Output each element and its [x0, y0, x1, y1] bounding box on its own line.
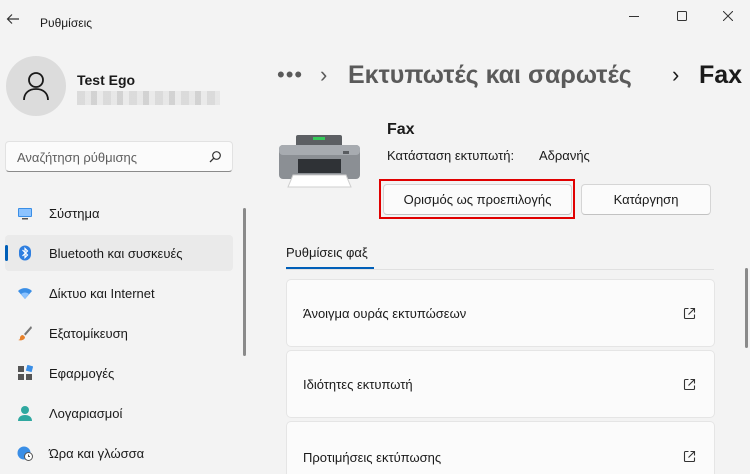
set-default-button[interactable]: Ορισμός ως προεπιλογής: [383, 184, 572, 215]
app-title: Ρυθμίσεις: [40, 16, 93, 30]
sidebar-item-system[interactable]: Σύστημα: [5, 195, 233, 231]
sidebar-item-label: Ώρα και γλώσσα: [49, 446, 145, 461]
printing-preferences-card[interactable]: Προτιμήσεις εκτύπωσης: [286, 421, 715, 474]
card-label: Ιδιότητες εκτυπωτή: [303, 377, 413, 392]
printer-status-value: Αδρανής: [539, 148, 590, 163]
globe-clock-icon: [17, 446, 33, 461]
sidebar-item-accounts[interactable]: Λογαριασμοί: [5, 395, 233, 431]
back-button[interactable]: [2, 8, 24, 30]
sidebar-item-personalization[interactable]: Εξατομίκευση: [5, 315, 233, 351]
open-external-icon: [683, 378, 696, 391]
printer-status-label: Κατάσταση εκτυπωτή:: [387, 148, 515, 163]
sidebar-item-label: Σύστημα: [49, 206, 100, 221]
active-indicator: [5, 245, 8, 261]
printer-name: Fax: [387, 121, 415, 138]
sidebar-item-label: Λογαριασμοί: [49, 406, 123, 421]
user-name: Test Ego: [77, 72, 136, 88]
card-label: Άνοιγμα ουράς εκτυπώσεων: [303, 306, 467, 321]
maximize-button[interactable]: [659, 0, 705, 32]
maximize-icon: [677, 11, 687, 21]
printer-properties-card[interactable]: Ιδιότητες εκτυπωτή: [286, 350, 715, 418]
printer-icon: [279, 135, 360, 188]
sidebar-item-label: Bluetooth και συσκευές: [49, 246, 183, 261]
bluetooth-icon: [19, 245, 31, 261]
sidebar-item-apps[interactable]: Εφαρμογές: [5, 355, 233, 391]
search-input[interactable]: Αναζήτηση ρύθμισης: [5, 141, 233, 172]
title-bar: Ρυθμίσεις: [0, 0, 750, 40]
tab-divider: [286, 269, 714, 270]
system-icon: [18, 208, 32, 220]
sidebar-item-time-language[interactable]: Ώρα και γλώσσα: [5, 435, 233, 471]
close-icon: [723, 11, 733, 21]
sidebar-item-bluetooth[interactable]: Bluetooth και συσκευές: [5, 235, 233, 271]
avatar[interactable]: [6, 56, 66, 116]
user-icon: [23, 72, 49, 101]
sidebar-item-label: Δίκτυο και Internet: [49, 286, 155, 301]
open-print-queue-card[interactable]: Άνοιγμα ουράς εκτυπώσεων: [286, 279, 715, 347]
page-title: Fax: [699, 61, 743, 89]
minimize-icon: [629, 16, 639, 17]
wifi-icon: [18, 288, 32, 299]
search-icon[interactable]: [208, 150, 222, 164]
user-email-blurred: [77, 91, 220, 105]
account-icon: [18, 406, 32, 421]
open-external-icon: [683, 450, 696, 463]
card-label: Προτιμήσεις εκτύπωσης: [303, 450, 442, 465]
breadcrumb-separator: ›: [672, 62, 680, 87]
main-scrollbar[interactable]: [745, 268, 748, 348]
open-external-icon: [683, 307, 696, 320]
apps-icon: [18, 365, 33, 380]
close-button[interactable]: [705, 0, 750, 32]
breadcrumb-separator: ›: [320, 62, 328, 87]
breadcrumb-parent[interactable]: Εκτυπωτές και σαρωτές: [348, 61, 632, 90]
minimize-button[interactable]: [611, 0, 657, 32]
sidebar-item-label: Εφαρμογές: [49, 366, 115, 381]
breadcrumb-more[interactable]: •••: [277, 62, 303, 88]
tab-fax-settings[interactable]: Ρυθμίσεις φαξ: [286, 245, 368, 260]
remove-button[interactable]: Κατάργηση: [581, 184, 711, 215]
back-arrow-icon: [6, 14, 19, 24]
sidebar-item-label: Εξατομίκευση: [49, 326, 128, 341]
sidebar-item-network[interactable]: Δίκτυο και Internet: [5, 275, 233, 311]
search-placeholder: Αναζήτηση ρύθμισης: [17, 150, 138, 165]
brush-icon: [18, 326, 32, 341]
sidebar-scrollbar[interactable]: [243, 208, 246, 356]
